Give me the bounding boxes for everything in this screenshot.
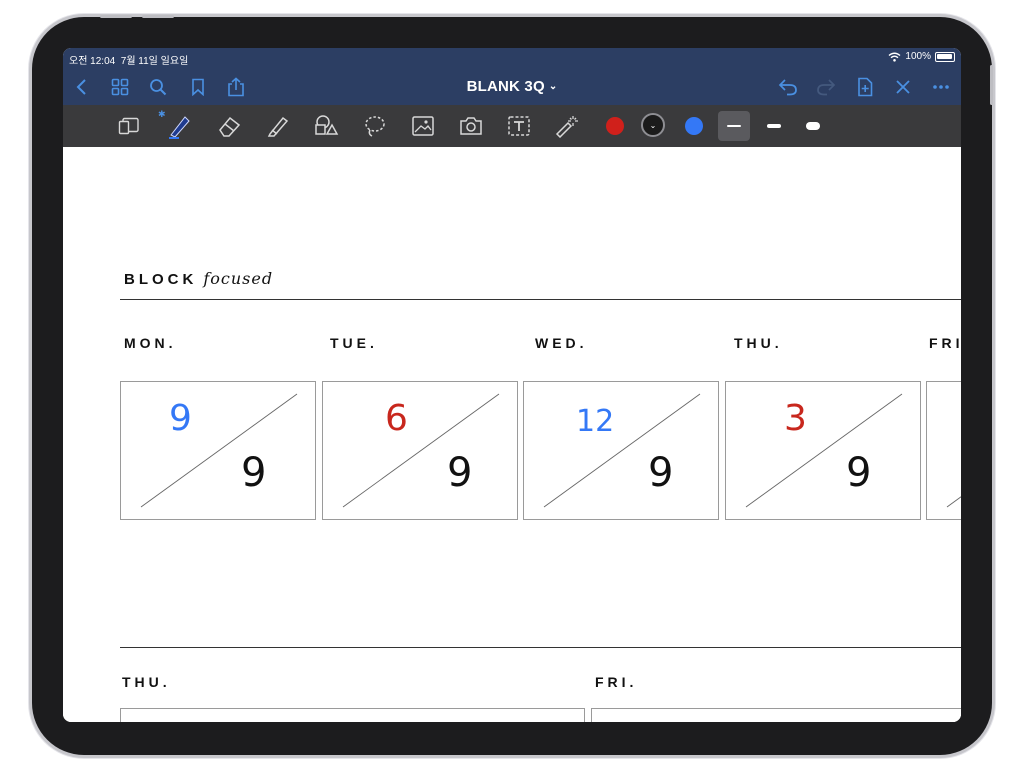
heading-text: BLOCK [124,271,198,288]
image-icon[interactable] [410,114,436,138]
divider-line [120,647,961,648]
status-right: 100% [888,51,955,62]
thickness-thin-button[interactable] [718,111,750,141]
highlighter-icon[interactable] [265,114,291,138]
close-icon[interactable] [892,76,914,98]
diagonal-line [140,393,298,508]
undo-icon[interactable] [777,76,799,98]
more-icon[interactable] [930,76,952,98]
shapes-icon[interactable] [313,114,339,138]
thickness-thin-icon [727,125,741,127]
volume-button [100,15,132,18]
day-box-wed[interactable]: 12 9 [523,381,719,520]
day-label-fri: FRI. [929,335,961,351]
screen: 오전 12:04 7월 11일 일요일 100% BLANK 3Q ⌄ ✱ ⌄ … [63,48,961,722]
power-button [990,65,993,105]
day-box-tue[interactable]: 6 9 [322,381,518,520]
pen-icon[interactable] [167,114,193,139]
diagonal-line [543,393,701,508]
nav-bar: BLANK 3Q ⌄ [63,68,961,105]
day-label-fri-bottom: FRI. [595,674,638,690]
color-blue-swatch[interactable] [685,117,703,135]
day-box-mon[interactable]: 9 9 [120,381,316,520]
day-box-thu-bottom[interactable] [120,708,585,722]
color-black-swatch[interactable]: ⌄ [641,113,665,137]
tool-bar: ✱ ⌄ [63,105,961,147]
page-heading: BLOCK focused [124,269,273,288]
diagonal-line [342,393,500,508]
chevron-down-icon: ⌄ [548,81,558,92]
handwritten-bottom-value: 9 [648,450,674,496]
day-label-mon: MON. [124,335,177,351]
day-label-tue: TUE. [330,335,378,351]
handwritten-bottom-value: 9 [241,450,267,496]
page-view-icon[interactable] [116,114,142,138]
battery-icon [935,51,955,62]
status-bar: 오전 12:04 7월 11일 일요일 100% [63,48,961,68]
wifi-icon [888,52,901,62]
day-box-fri-bottom[interactable] [591,708,961,722]
bluetooth-icon: ✱ [158,109,166,119]
handwritten-top-value: 9 [169,398,192,439]
day-label-thu: THU. [734,335,783,351]
color-red-swatch[interactable] [606,117,624,135]
handwritten-bottom-value: 9 [846,450,872,496]
thickness-thick-button[interactable] [797,111,829,141]
time-text: 오전 12:04 [69,56,116,67]
day-label-wed: WED. [535,335,588,351]
volume-button [142,15,174,18]
text-icon[interactable] [506,114,532,138]
document-title-text: BLANK 3Q [466,78,545,95]
handwritten-bottom-value: 9 [447,450,473,496]
thickness-thick-icon [806,122,820,130]
date-text: 7월 11일 일요일 [120,56,189,67]
redo-icon[interactable] [815,76,837,98]
heading-script-text: focused [203,269,274,288]
add-page-icon[interactable] [854,76,876,98]
divider-line [120,299,961,300]
handwritten-top-value: 6 [385,398,408,439]
laser-pointer-icon[interactable] [554,114,580,138]
diagonal-line [745,393,903,508]
day-box-thu[interactable]: 3 9 [725,381,921,520]
battery-percent: 100% [905,51,931,62]
day-box-fri[interactable] [926,381,961,520]
thickness-medium-button[interactable] [758,111,790,141]
chevron-down-icon: ⌄ [649,120,657,130]
thickness-medium-icon [767,124,781,128]
handwritten-top-value: 3 [784,398,807,439]
eraser-icon[interactable] [217,114,243,138]
lasso-icon[interactable] [362,114,388,138]
status-time: 오전 12:04 7월 11일 일요일 [69,52,188,67]
camera-icon[interactable] [458,114,484,138]
diagonal-line [946,496,961,508]
day-label-thu-bottom: THU. [122,674,171,690]
handwritten-top-value: 12 [576,404,615,439]
